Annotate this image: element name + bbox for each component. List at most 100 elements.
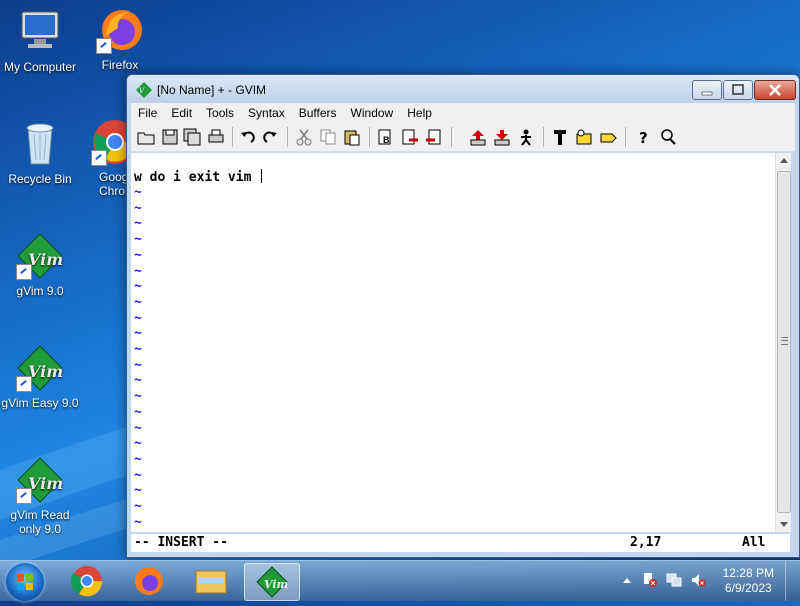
desktop-icon-gvim-easy[interactable]: Vim gVim Easy 9.0 — [0, 344, 85, 410]
tray-expand-icon[interactable] — [622, 575, 632, 585]
minimize-icon — [701, 91, 713, 96]
tilde-marker: ~ — [134, 373, 142, 389]
svg-text:Vim: Vim — [28, 474, 63, 493]
tilde-marker: ~ — [134, 499, 142, 514]
menu-window[interactable]: Window — [344, 103, 401, 120]
tilde-marker: ~ — [134, 216, 142, 232]
tilde-marker: ~ — [134, 514, 142, 530]
tilde-marker: ~ — [134, 247, 142, 263]
tilde-marker: ~ — [134, 200, 142, 216]
gvim-icon: Vim — [16, 232, 64, 280]
editor-area[interactable]: w do i exit vim ~ ~ ~ ~ ~ ~ ~ ~ ~ ~ ~ ~ ~ ~ ~ ~ ~ ~ ~ ~ ~ ~ — [131, 153, 775, 532]
desktop-icon-firefox[interactable]: Firefox — [75, 6, 165, 72]
find-prev-icon[interactable] — [425, 128, 443, 146]
desktop-icon-my-computer[interactable]: My Computer — [0, 8, 85, 74]
gvim-icon: Vim — [256, 566, 288, 598]
tilde-marker: ~ — [134, 279, 142, 295]
tilde-marker: ~ — [134, 232, 142, 248]
tilde-marker: ~ — [134, 342, 142, 357]
print-icon[interactable] — [207, 128, 225, 146]
menu-buffers[interactable]: Buffers — [292, 103, 344, 120]
toolbar: B ? — [131, 123, 795, 152]
show-desktop-button[interactable] — [785, 561, 800, 601]
tilde-marker: ~ — [134, 404, 142, 420]
tag-jump-icon[interactable] — [599, 128, 617, 146]
menu-syntax[interactable]: Syntax — [241, 103, 292, 120]
explorer-icon — [195, 570, 227, 594]
vertical-scrollbar[interactable] — [775, 153, 791, 532]
copy-icon[interactable] — [319, 128, 337, 146]
menu-tools[interactable]: Tools — [199, 103, 241, 120]
undo-icon[interactable] — [239, 128, 257, 146]
maximize-button[interactable] — [723, 80, 753, 100]
save-all-icon[interactable] — [183, 128, 201, 146]
window-title: [No Name] + - GVIM — [157, 83, 267, 97]
network-icon[interactable] — [666, 572, 682, 588]
tilde-marker: ~ — [134, 357, 142, 373]
svg-text:Vim: Vim — [28, 362, 63, 381]
svg-text:Vim: Vim — [28, 250, 63, 269]
cut-icon[interactable] — [295, 128, 313, 146]
desktop-icon-gvim[interactable]: Vim gVim 9.0 — [0, 232, 85, 298]
taskbar-explorer[interactable] — [184, 563, 238, 599]
replace-icon[interactable]: B — [377, 128, 395, 146]
svg-text:Vim: Vim — [264, 578, 288, 591]
scroll-down-icon[interactable] — [780, 522, 788, 527]
mode-indicator: -- INSERT -- — [134, 535, 228, 550]
gvim-window: V [No Name] + - GVIM File Edit Tools Syntax… — [126, 74, 800, 558]
volume-muted-icon[interactable] — [690, 572, 706, 588]
windows-logo-icon — [17, 574, 33, 590]
taskbar-chrome[interactable] — [60, 563, 114, 599]
find-next-icon[interactable] — [401, 128, 419, 146]
menu-bar: File Edit Tools Syntax Buffers Window Help — [131, 103, 795, 123]
taskbar-gvim[interactable]: Vim — [244, 563, 300, 601]
clock[interactable]: 12:28 PM 6/9/2023 — [723, 566, 774, 596]
save-session-icon[interactable] — [493, 128, 511, 146]
close-icon — [769, 84, 781, 96]
tilde-marker: ~ — [134, 326, 142, 342]
tilde-marker: ~ — [134, 483, 142, 499]
menu-help[interactable]: Help — [400, 103, 439, 120]
menu-edit[interactable]: Edit — [164, 103, 199, 120]
firefox-icon — [96, 6, 144, 54]
redo-icon[interactable] — [261, 128, 279, 146]
scroll-up-icon[interactable] — [780, 158, 788, 163]
svg-text:B: B — [383, 135, 390, 145]
system-tray: 12:28 PM 6/9/2023 — [600, 561, 800, 601]
editor-line-1: w do i exit vim — [134, 169, 263, 185]
title-bar[interactable]: V [No Name] + - GVIM — [127, 75, 799, 103]
text-cursor — [261, 169, 263, 183]
help-icon[interactable]: ? — [635, 128, 653, 146]
clock-time: 12:28 PM — [722, 566, 774, 580]
clock-date: 6/9/2023 — [724, 581, 772, 595]
save-icon[interactable] — [161, 128, 179, 146]
gvim-icon: V — [136, 82, 152, 98]
action-center-icon[interactable] — [642, 572, 658, 588]
start-button[interactable] — [6, 563, 44, 601]
gvim-icon: Vim — [16, 344, 64, 392]
tilde-marker: ~ — [134, 451, 142, 467]
desktop-icon-recycle-bin[interactable]: Recycle Bin — [0, 120, 85, 186]
open-icon[interactable] — [137, 128, 155, 146]
tilde-marker: ~ — [134, 420, 142, 436]
desktop-icon-gvim-readonly[interactable]: Vim gVim Read only 9.0 — [0, 456, 85, 536]
tilde-marker: ~ — [134, 263, 142, 279]
menu-file[interactable]: File — [131, 103, 164, 120]
load-session-icon[interactable] — [469, 128, 487, 146]
make-icon[interactable] — [551, 128, 569, 146]
taskbar: Vim 12:28 PM 6/9/2023 — [0, 560, 800, 601]
close-button[interactable] — [754, 80, 796, 100]
recycle-bin-icon — [16, 120, 64, 168]
tilde-marker: ~ — [134, 467, 142, 483]
tilde-marker: ~ — [134, 389, 142, 405]
run-script-icon[interactable] — [517, 128, 535, 146]
tilde-marker: ~ — [134, 310, 142, 326]
maximize-icon — [732, 84, 744, 95]
taskbar-firefox[interactable] — [122, 563, 176, 599]
find-help-icon[interactable] — [659, 128, 677, 146]
minimize-button[interactable] — [692, 80, 722, 100]
paste-icon[interactable] — [343, 128, 361, 146]
scroll-indicator: All — [742, 535, 766, 550]
scroll-thumb[interactable] — [777, 171, 791, 513]
run-ctags-icon[interactable] — [575, 128, 593, 146]
